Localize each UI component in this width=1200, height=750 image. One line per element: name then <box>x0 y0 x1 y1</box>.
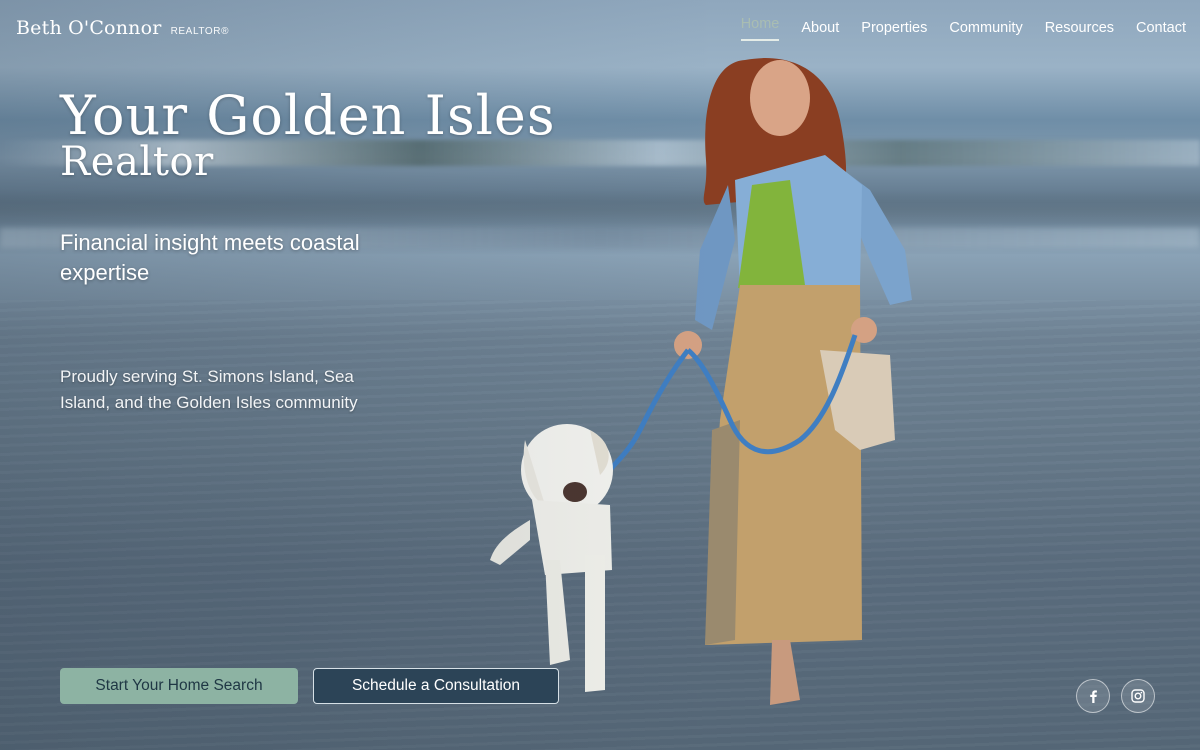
nav-home[interactable]: Home <box>740 16 780 41</box>
instagram-link[interactable] <box>1121 679 1155 713</box>
service-area-text: Proudly serving St. Simons Island, Sea I… <box>60 367 358 412</box>
site-logo[interactable]: Beth O'Connor REALTOR® <box>16 17 229 39</box>
hero-headline: Your Golden Isles Realtor <box>60 84 556 185</box>
nav-community[interactable]: Community <box>949 20 1022 41</box>
nav-resources[interactable]: Resources <box>1045 20 1114 41</box>
hero-tagline: Financial insight meets coastal expertis… <box>60 230 360 285</box>
headline-line-1: Your Golden Isles <box>60 84 556 147</box>
logo-tag: REALTOR® <box>170 26 230 37</box>
instagram-icon <box>1131 689 1145 703</box>
site-header: Beth O'Connor REALTOR® Home About Proper… <box>0 0 1200 60</box>
facebook-link[interactable] <box>1076 679 1110 713</box>
schedule-consultation-button[interactable]: Schedule a Consultation <box>313 668 559 704</box>
nav-contact[interactable]: Contact <box>1136 20 1186 41</box>
start-home-search-button[interactable]: Start Your Home Search <box>60 668 298 704</box>
facebook-icon <box>1090 690 1097 703</box>
nav-about[interactable]: About <box>801 20 839 41</box>
main-nav: Home About Properties Community Resource… <box>740 16 1186 41</box>
logo-name: Beth O'Connor <box>16 17 162 39</box>
headline-line-2: Realtor <box>60 139 214 185</box>
nav-properties[interactable]: Properties <box>861 20 927 41</box>
